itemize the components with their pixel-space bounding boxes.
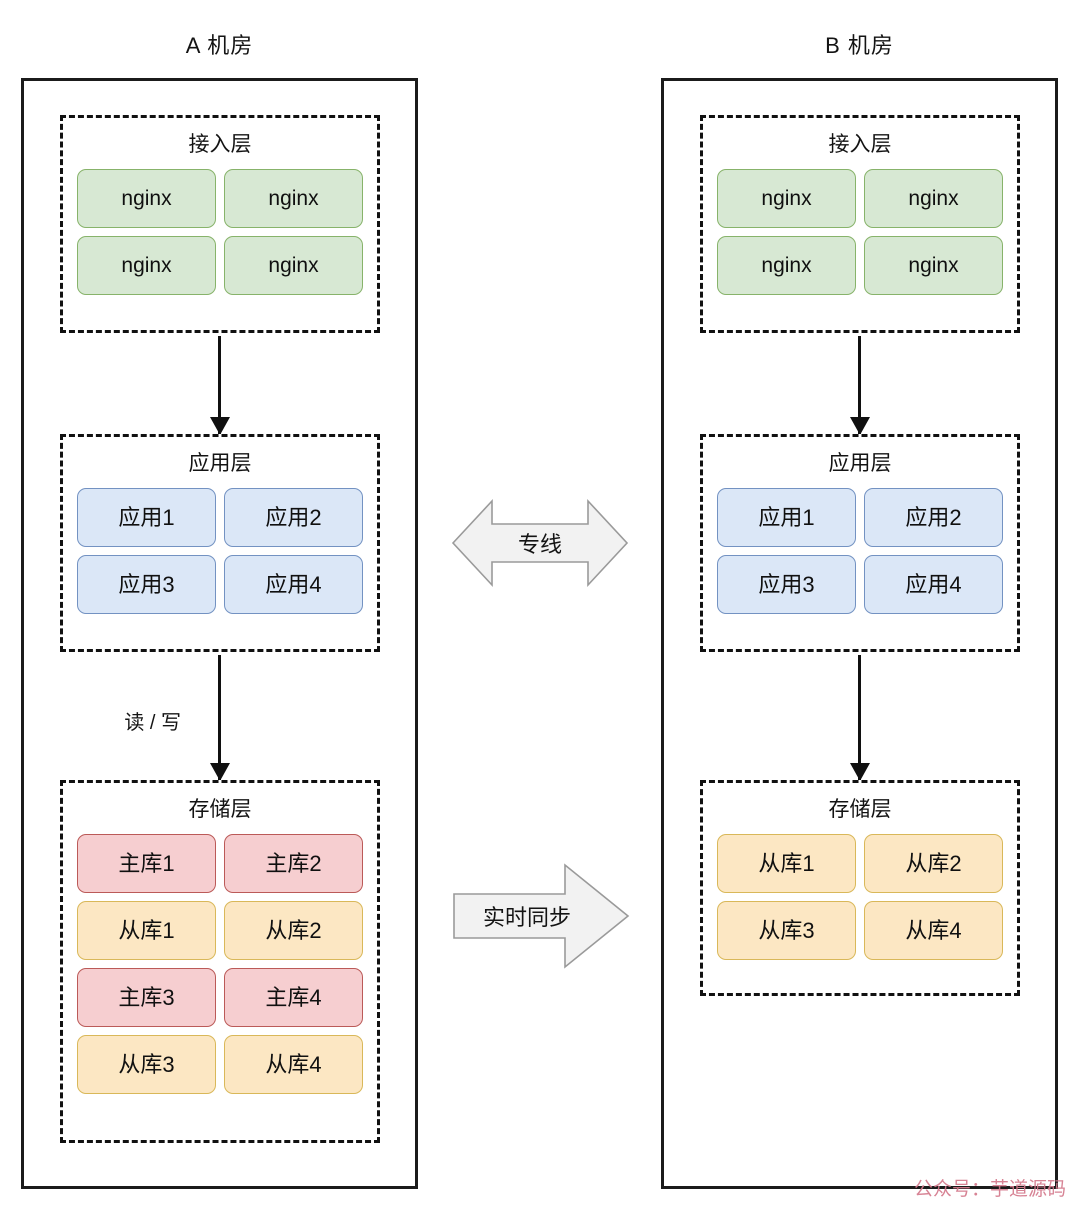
access-layer-node-grid: nginx nginx nginx nginx	[77, 169, 363, 295]
nginx-node[interactable]: nginx	[224, 236, 363, 295]
slave-db-node[interactable]: 从库2	[864, 834, 1003, 893]
datacenter-a-storage-layer: 存储层 主库1 主库2 从库1 从库2 主库3 主库4 从库3 从库4	[60, 780, 380, 1143]
arrow-access-to-app-a	[218, 336, 221, 434]
storage-layer-title: 存储层	[188, 798, 252, 821]
nginx-node[interactable]: nginx	[224, 169, 363, 228]
slave-db-node[interactable]: 从库4	[224, 1035, 363, 1094]
datacenter-b-storage-layer: 存储层 从库1 从库2 从库3 从库4	[700, 780, 1020, 996]
datacenter-a-title: A 机房	[185, 33, 254, 58]
app-node[interactable]: 应用3	[717, 555, 856, 614]
realtime-sync-arrow: 实时同步	[452, 862, 630, 970]
app-node[interactable]: 应用1	[717, 488, 856, 547]
nginx-node[interactable]: nginx	[864, 236, 1003, 295]
arrow-access-to-app-b	[858, 336, 861, 434]
master-db-node[interactable]: 主库4	[224, 968, 363, 1027]
app-node[interactable]: 应用4	[224, 555, 363, 614]
app-node[interactable]: 应用2	[864, 488, 1003, 547]
slave-db-node[interactable]: 从库4	[864, 901, 1003, 960]
access-layer-title: 接入层	[188, 133, 252, 156]
master-db-node[interactable]: 主库3	[77, 968, 216, 1027]
datacenter-a-app-layer: 应用层 应用1 应用2 应用3 应用4	[60, 434, 380, 652]
app-layer-title: 应用层	[188, 452, 252, 475]
nginx-node[interactable]: nginx	[77, 169, 216, 228]
master-db-node[interactable]: 主库2	[224, 834, 363, 893]
master-db-node[interactable]: 主库1	[77, 834, 216, 893]
watermark: 公众号：芋道源码	[913, 1179, 1066, 1200]
app-layer-title: 应用层	[828, 452, 892, 475]
slave-db-node[interactable]: 从库1	[717, 834, 856, 893]
read-write-label: 读 / 写	[124, 712, 181, 734]
nginx-node[interactable]: nginx	[717, 169, 856, 228]
nginx-node[interactable]: nginx	[717, 236, 856, 295]
nginx-node[interactable]: nginx	[77, 236, 216, 295]
dedicated-line-label: 专线	[517, 532, 562, 557]
access-layer-title: 接入层	[828, 133, 892, 156]
app-node[interactable]: 应用2	[224, 488, 363, 547]
datacenter-b-title: B 机房	[825, 33, 894, 58]
app-layer-node-grid: 应用1 应用2 应用3 应用4	[77, 488, 363, 614]
app-node[interactable]: 应用4	[864, 555, 1003, 614]
app-node[interactable]: 应用1	[77, 488, 216, 547]
slave-db-node[interactable]: 从库1	[77, 901, 216, 960]
access-layer-node-grid: nginx nginx nginx nginx	[717, 169, 1003, 295]
storage-layer-node-grid: 主库1 主库2 从库1 从库2 主库3 主库4 从库3 从库4	[77, 834, 363, 1094]
dedicated-line-arrow: 专线	[450, 494, 630, 592]
realtime-sync-label: 实时同步	[482, 905, 571, 930]
slave-db-node[interactable]: 从库3	[717, 901, 856, 960]
slave-db-node[interactable]: 从库2	[224, 901, 363, 960]
app-layer-node-grid: 应用1 应用2 应用3 应用4	[717, 488, 1003, 614]
slave-db-node[interactable]: 从库3	[77, 1035, 216, 1094]
arrow-app-to-storage-b	[858, 655, 861, 780]
storage-layer-title: 存储层	[828, 798, 892, 821]
storage-layer-node-grid: 从库1 从库2 从库3 从库4	[717, 834, 1003, 960]
nginx-node[interactable]: nginx	[864, 169, 1003, 228]
app-node[interactable]: 应用3	[77, 555, 216, 614]
datacenter-b-access-layer: 接入层 nginx nginx nginx nginx	[700, 115, 1020, 333]
datacenter-a-access-layer: 接入层 nginx nginx nginx nginx	[60, 115, 380, 333]
arrow-app-to-storage-a	[218, 655, 221, 780]
datacenter-b-app-layer: 应用层 应用1 应用2 应用3 应用4	[700, 434, 1020, 652]
